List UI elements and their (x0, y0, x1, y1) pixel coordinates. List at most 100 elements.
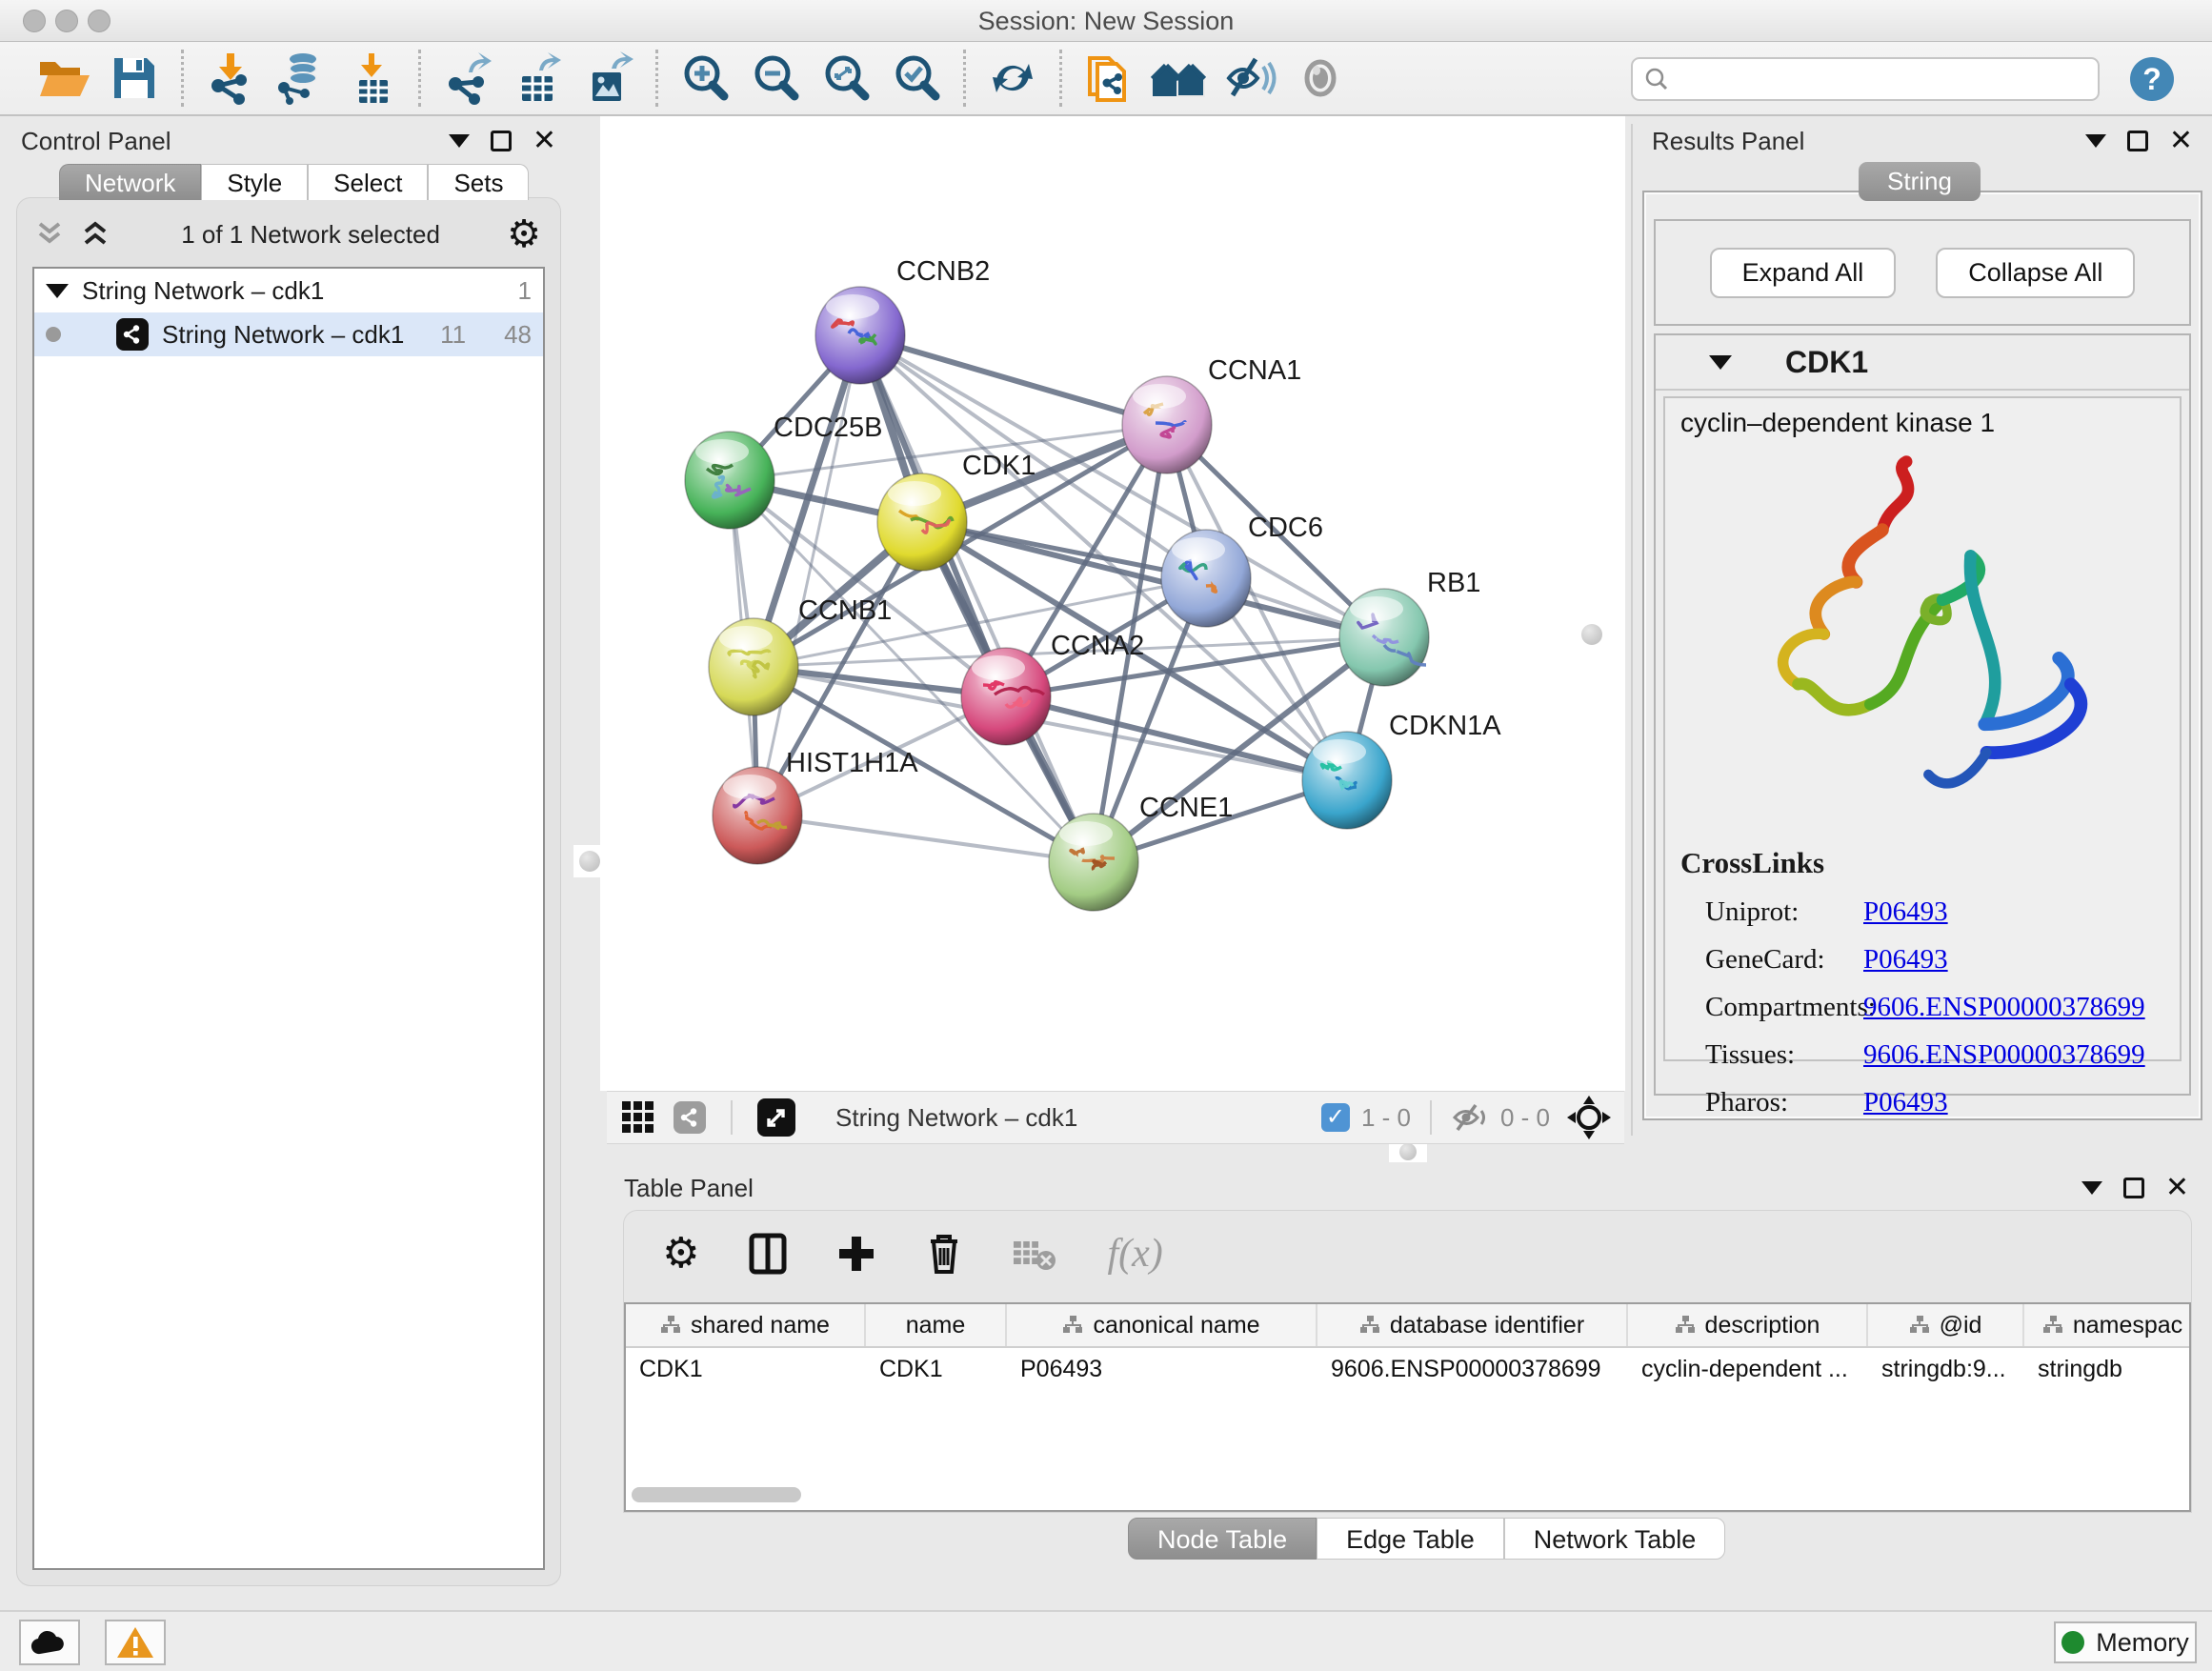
import-network-file-button[interactable] (195, 48, 266, 109)
right-splitter-handle[interactable] (1576, 618, 1608, 651)
column-header-canonical-name[interactable]: canonical name (1007, 1304, 1317, 1346)
network-edge[interactable] (860, 335, 1167, 425)
show-preview-button[interactable] (1285, 48, 1356, 109)
results-panel-float-icon[interactable] (2127, 131, 2148, 151)
table-row[interactable]: CDK1CDK1P064939606.ENSP00000378699cyclin… (626, 1348, 2189, 1390)
table-panel-close-icon[interactable]: ✕ (2165, 1178, 2189, 1198)
search-input[interactable] (1669, 65, 2069, 93)
add-column-icon[interactable] (836, 1234, 876, 1274)
table-cell[interactable]: stringdb (2024, 1348, 2191, 1390)
column-header-shared-name[interactable]: shared name (626, 1304, 866, 1346)
show-columns-icon[interactable] (749, 1233, 787, 1275)
network-row[interactable]: String Network – cdk1 11 48 (34, 312, 543, 356)
toolbar-separator (963, 50, 966, 107)
table-panel-float-icon[interactable] (2123, 1178, 2144, 1198)
memory-button[interactable]: Memory (2054, 1621, 2197, 1663)
column-header-description[interactable]: description (1628, 1304, 1868, 1346)
left-splitter-handle[interactable] (573, 845, 606, 877)
expand-all-icon[interactable] (82, 220, 114, 249)
table-panel-menu-icon[interactable] (2081, 1181, 2102, 1195)
zoom-in-button[interactable] (670, 48, 740, 109)
crosslink-link[interactable]: 9606.ENSP00000378699 (1863, 992, 2145, 1023)
network-node-RB1[interactable]: RB1 (1339, 568, 1480, 686)
table-cell[interactable]: CDK1 (866, 1348, 1007, 1390)
tab-style[interactable]: Style (201, 164, 308, 200)
open-session-button[interactable] (29, 48, 99, 109)
column-header-namespac[interactable]: namespac (2024, 1304, 2191, 1346)
import-network-database-button[interactable] (266, 48, 336, 109)
crosslink-label: Compartments: (1680, 992, 1863, 1023)
table-cell[interactable]: stringdb:9... (1868, 1348, 2024, 1390)
table-tab-edge-table[interactable]: Edge Table (1317, 1518, 1504, 1560)
warnings-button[interactable] (105, 1620, 166, 1665)
control-panel-float-icon[interactable] (491, 131, 512, 151)
network-node-HIST1H1A[interactable]: HIST1H1A (713, 748, 918, 864)
delete-table-icon (1012, 1236, 1057, 1272)
zoom-out-button[interactable] (740, 48, 811, 109)
tab-sets[interactable]: Sets (428, 164, 529, 200)
network-node-CCNB1[interactable]: CCNB1 (709, 595, 892, 715)
horizontal-scrollbar[interactable] (632, 1487, 2184, 1502)
results-panel-menu-icon[interactable] (2085, 134, 2106, 148)
bottom-splitter-handle[interactable] (1389, 1141, 1427, 1162)
memory-status-dot (2061, 1631, 2084, 1654)
tab-select[interactable]: Select (308, 164, 428, 200)
string-view-icon[interactable] (674, 1101, 706, 1134)
cloud-status-button[interactable] (19, 1620, 80, 1665)
network-edge[interactable] (757, 335, 860, 815)
birdseye-grid-icon[interactable] (620, 1099, 656, 1136)
network-node-CCNE1[interactable]: CCNE1 (1049, 793, 1233, 911)
table-tab-network-table[interactable]: Network Table (1504, 1518, 1726, 1560)
control-panel-close-icon[interactable]: ✕ (533, 131, 556, 151)
zoom-fit-button[interactable] (811, 48, 881, 109)
open-in-window-icon[interactable] (757, 1098, 795, 1137)
table-cell[interactable]: cyclin-dependent ... (1628, 1348, 1868, 1390)
fit-content-crosshair-icon[interactable] (1567, 1096, 1611, 1139)
collection-count: 1 (518, 276, 532, 306)
network-view-canvas[interactable]: CCNB2CCNA1CDC25BCDK1CDC6RB1CCNB1CCNA2CDK… (600, 116, 1625, 1091)
zoom-selected-button[interactable] (881, 48, 952, 109)
network-node-CDKN1A[interactable]: CDKN1A (1302, 711, 1501, 829)
table-cell[interactable]: P06493 (1007, 1348, 1317, 1390)
network-edge[interactable] (757, 815, 1094, 862)
export-network-button[interactable] (432, 48, 503, 109)
network-node-CCNA1[interactable]: CCNA1 (1122, 355, 1301, 473)
gene-expander-icon[interactable] (1709, 355, 1732, 370)
import-table-button[interactable] (336, 48, 407, 109)
table-cell[interactable]: CDK1 (626, 1348, 866, 1390)
column-header-name[interactable]: name (866, 1304, 1007, 1346)
table-tab-node-table[interactable]: Node Table (1128, 1518, 1317, 1560)
save-session-button[interactable] (99, 48, 170, 109)
tab-network[interactable]: Network (59, 164, 201, 200)
column-header-database-identifier[interactable]: database identifier (1317, 1304, 1628, 1346)
crosslink-link[interactable]: P06493 (1863, 1087, 1948, 1118)
return-home-button[interactable] (1144, 48, 1215, 109)
crosslink-link[interactable]: P06493 (1863, 944, 1948, 976)
network-edge[interactable] (860, 335, 1094, 862)
collapse-all-icon[interactable] (36, 220, 69, 249)
selected-checkbox-icon[interactable]: ✓ (1321, 1103, 1350, 1132)
collapse-all-button[interactable]: Collapse All (1936, 248, 2135, 298)
column-header-@id[interactable]: @id (1868, 1304, 2024, 1346)
control-panel-menu-icon[interactable] (449, 134, 470, 148)
crosslink-link[interactable]: 9606.ENSP00000378699 (1863, 1039, 2145, 1071)
table-cell[interactable]: 9606.ENSP00000378699 (1317, 1348, 1628, 1390)
crosslink-link[interactable]: P06493 (1863, 896, 1948, 928)
column-type-icon (1909, 1315, 1930, 1336)
first-neighbors-button[interactable] (1074, 48, 1144, 109)
network-node-CDC25B[interactable]: CDC25B (685, 413, 882, 529)
hidden-node-edge-counts: 0 - 0 (1500, 1103, 1550, 1133)
refresh-view-button[interactable] (977, 48, 1048, 109)
network-options-gear-icon[interactable]: ⚙ (507, 215, 541, 253)
results-panel-close-icon[interactable]: ✕ (2169, 131, 2193, 151)
hide-selected-button[interactable] (1215, 48, 1285, 109)
delete-column-icon[interactable] (926, 1232, 962, 1276)
collection-expander-icon[interactable] (46, 284, 69, 298)
results-tab-string[interactable]: String (1859, 162, 1981, 201)
help-button[interactable]: ? (2130, 57, 2174, 101)
export-table-button[interactable] (503, 48, 573, 109)
table-options-gear-icon[interactable]: ⚙ (662, 1235, 699, 1273)
network-collection-row[interactable]: String Network – cdk1 1 (34, 269, 543, 312)
export-image-button[interactable] (573, 48, 644, 109)
expand-all-button[interactable]: Expand All (1710, 248, 1897, 298)
